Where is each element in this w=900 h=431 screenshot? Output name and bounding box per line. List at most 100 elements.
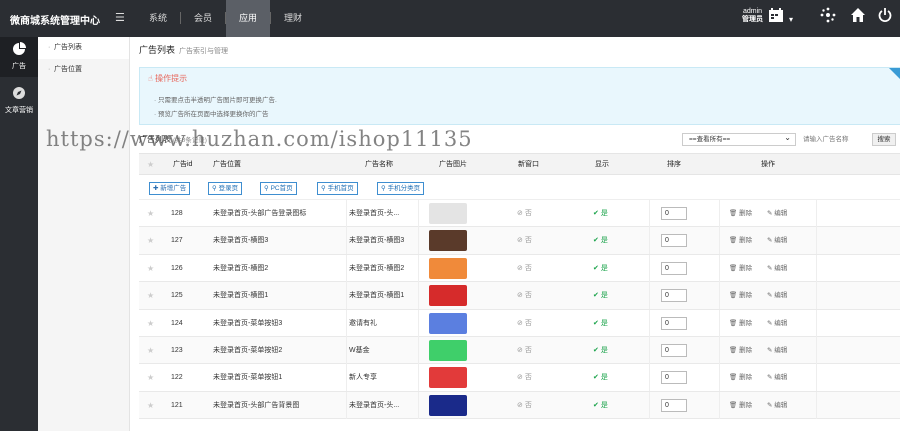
delete-button[interactable]: 🗑 删除 <box>729 337 752 364</box>
column-divider <box>649 391 650 419</box>
filter-login-button[interactable]: ⚲ 登录页 <box>208 182 243 195</box>
star-icon[interactable]: ★ <box>147 364 154 391</box>
subnav-ad-position[interactable]: 广告位置 <box>38 59 129 81</box>
show-status[interactable]: ✔ 是 <box>593 282 608 309</box>
edit-icon: ✎ <box>767 264 773 272</box>
new-window-status[interactable]: ⊘ 否 <box>517 310 532 337</box>
delete-button[interactable]: 🗑 删除 <box>729 364 752 391</box>
add-ad-button[interactable]: ✚ 新增广告 <box>149 182 191 195</box>
admin-role: 管理员 <box>742 16 763 23</box>
ad-image-thumbnail[interactable] <box>429 367 467 389</box>
ad-image-thumbnail[interactable] <box>429 203 467 224</box>
edit-button[interactable]: ✎ 编辑 <box>767 200 787 227</box>
sidebar-item-ads[interactable]: 广告 <box>0 37 38 77</box>
edit-button[interactable]: ✎ 编辑 <box>767 337 787 364</box>
new-window-status[interactable]: ⊘ 否 <box>517 337 532 364</box>
delete-button[interactable]: 🗑 删除 <box>729 310 752 337</box>
table-row: ★ 122 未登录首页-菜单按钮1 新人专享 ⊘ 否 ✔ 是 0 🗑 删除 ✎ … <box>139 364 900 392</box>
filter-mobile-home-button[interactable]: ⚲ 手机首页 <box>317 182 358 195</box>
calendar-icon[interactable] <box>768 7 784 29</box>
ad-image-thumbnail[interactable] <box>429 285 467 307</box>
show-status[interactable]: ✔ 是 <box>593 364 608 391</box>
column-header: 排序 <box>667 161 681 168</box>
show-status[interactable]: ✔ 是 <box>593 200 608 227</box>
sort-order-input[interactable]: 0 <box>661 289 687 303</box>
column-divider <box>649 200 650 227</box>
sort-order-input[interactable]: 0 <box>661 371 687 385</box>
top-bar: 微商城系统管理中心 ☰ 系统 会员 应用 理财 admin 管理员 ▾ <box>0 0 900 37</box>
delete-label: 删除 <box>739 210 753 217</box>
new-window-status[interactable]: ⊘ 否 <box>517 227 532 254</box>
filter-label: PC首页 <box>270 185 293 192</box>
ad-image-thumbnail[interactable] <box>429 257 467 279</box>
edit-button[interactable]: ✎ 编辑 <box>767 364 787 391</box>
collapse-corner-icon[interactable] <box>889 68 900 80</box>
sort-order-input[interactable]: 0 <box>661 343 687 357</box>
show-status[interactable]: ✔ 是 <box>593 255 608 282</box>
ad-position: 未登录首页-横图3 <box>213 237 269 245</box>
sort-order-input[interactable]: 0 <box>661 398 687 412</box>
position-filter-select[interactable]: ==查看所有== <box>682 132 796 146</box>
edit-button[interactable]: ✎ 编辑 <box>767 392 787 419</box>
show-status[interactable]: ✔ 是 <box>593 337 608 364</box>
edit-icon: ✎ <box>767 374 773 382</box>
add-ad-label: 新增广告 <box>160 185 187 192</box>
edit-label: 编辑 <box>774 346 788 354</box>
ad-image-thumbnail[interactable] <box>429 312 467 334</box>
star-icon[interactable]: ★ <box>147 255 154 282</box>
sidebar-item-article[interactable]: 文章营销 <box>0 81 38 121</box>
sort-order-input[interactable]: 0 <box>661 234 687 248</box>
menu-toggle-icon[interactable]: ☰ <box>115 11 125 24</box>
ad-image-thumbnail[interactable] <box>429 230 467 252</box>
delete-button[interactable]: 🗑 删除 <box>729 282 752 309</box>
delete-button[interactable]: 🗑 删除 <box>729 200 752 227</box>
show-status[interactable]: ✔ 是 <box>593 392 608 419</box>
sort-order-input[interactable]: 0 <box>661 261 687 275</box>
search-input[interactable]: 请输入广告名称 <box>803 133 869 146</box>
filter-mobile-category-button[interactable]: ⚲ 手机分类页 <box>377 182 425 195</box>
sort-order-input[interactable]: 0 <box>661 316 687 330</box>
delete-button[interactable]: 🗑 删除 <box>729 227 752 254</box>
nav-member[interactable]: 会员 <box>181 0 225 37</box>
edit-button[interactable]: ✎ 编辑 <box>767 227 787 254</box>
admin-info[interactable]: admin 管理员 <box>742 8 763 24</box>
nav-apps[interactable]: 应用 <box>226 0 271 37</box>
filter-pc-home-button[interactable]: ⚲ PC首页 <box>260 182 297 195</box>
delete-button[interactable]: 🗑 删除 <box>729 255 752 282</box>
edit-label: 编辑 <box>774 264 788 272</box>
edit-button[interactable]: ✎ 编辑 <box>767 310 787 337</box>
show-status[interactable]: ✔ 是 <box>593 227 608 254</box>
ad-image-thumbnail[interactable] <box>429 339 467 361</box>
settings-icon[interactable] <box>820 7 836 29</box>
ad-position: 未登录首页-菜单按钮3 <box>213 319 283 327</box>
edit-button[interactable]: ✎ 编辑 <box>767 255 787 282</box>
star-icon[interactable]: ★ <box>147 337 154 364</box>
star-icon[interactable]: ★ <box>147 200 154 227</box>
delete-button[interactable]: 🗑 删除 <box>729 392 752 419</box>
column-divider <box>418 200 419 227</box>
table-row: ★ 127 未登录首页-横图3 未登录首页-横图3 ⊘ 否 ✔ 是 0 🗑 删除… <box>139 227 900 255</box>
subnav-ad-list[interactable]: 广告列表 <box>38 37 129 59</box>
star-icon[interactable]: ★ <box>147 282 154 309</box>
show-value: 是 <box>600 319 608 327</box>
star-icon[interactable]: ★ <box>147 227 154 254</box>
search-button[interactable]: 搜索 <box>872 133 896 146</box>
sort-order-input[interactable]: 0 <box>661 207 687 220</box>
nav-system[interactable]: 系统 <box>136 0 180 37</box>
home-icon[interactable] <box>850 7 866 29</box>
power-icon[interactable] <box>878 7 892 29</box>
new-window-status[interactable]: ⊘ 否 <box>517 364 532 391</box>
show-status[interactable]: ✔ 是 <box>593 310 608 337</box>
nav-finance[interactable]: 理财 <box>271 0 315 37</box>
new-window-status[interactable]: ⊘ 否 <box>517 392 532 419</box>
star-icon[interactable]: ★ <box>147 310 154 337</box>
star-icon[interactable]: ★ <box>147 392 154 419</box>
new-window-status[interactable]: ⊘ 否 <box>517 282 532 309</box>
ad-image-thumbnail[interactable] <box>429 394 467 416</box>
ad-id: 122 <box>171 374 183 382</box>
edit-button[interactable]: ✎ 编辑 <box>767 282 787 309</box>
new-window-status[interactable]: ⊘ 否 <box>517 255 532 282</box>
chevron-down-icon[interactable]: ▾ <box>789 10 793 30</box>
new-window-status[interactable]: ⊘ 否 <box>517 200 532 227</box>
table-body: ★ 128 未登录首页-头部广告登录图标 未登录首页-头... ⊘ 否 ✔ 是 … <box>139 200 900 420</box>
